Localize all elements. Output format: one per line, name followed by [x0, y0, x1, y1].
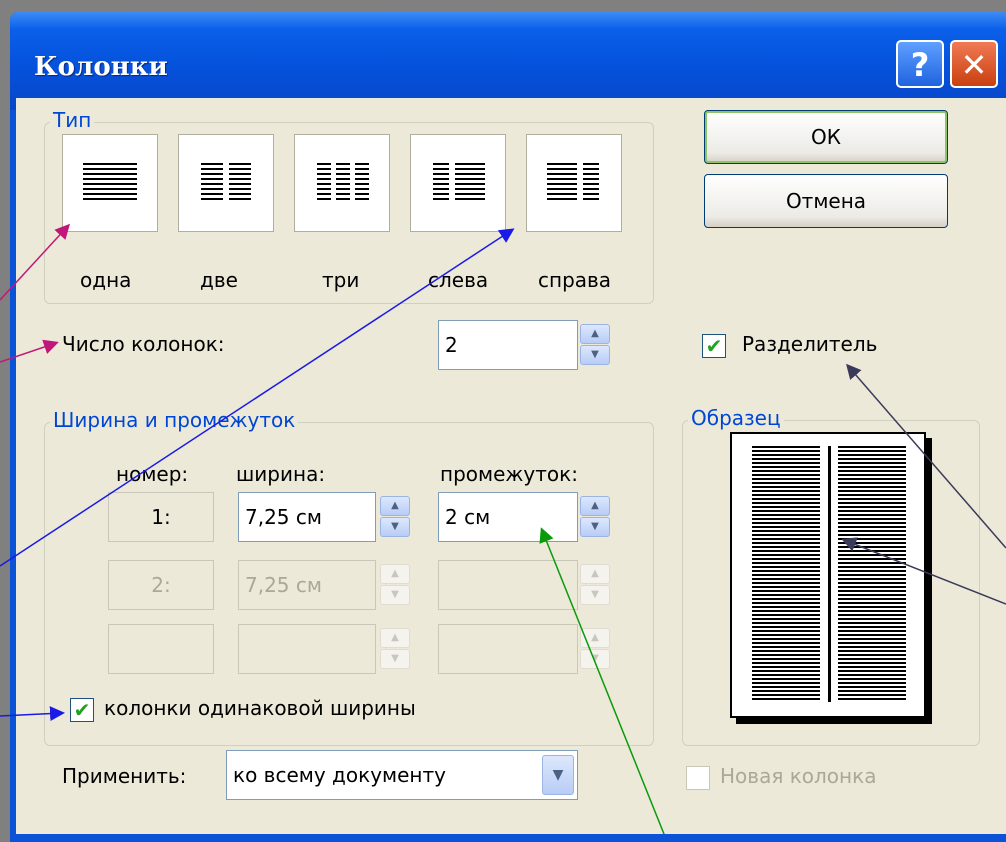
row2-width-spinner: ▲ ▼	[380, 564, 410, 606]
preset-left-label[interactable]: слева	[428, 268, 488, 292]
row3-spacing-input	[438, 624, 578, 674]
separator-checkbox[interactable]: ✔	[702, 334, 726, 358]
spacing-header: промежуток:	[440, 462, 578, 486]
row1-width-spinner[interactable]: ▲ ▼	[380, 496, 410, 538]
preset-two-tile[interactable]	[178, 134, 274, 232]
row3-width-spinner: ▲ ▼	[380, 628, 410, 670]
spin-up-icon[interactable]: ▲	[580, 324, 610, 344]
spin-down-icon[interactable]: ▼	[580, 517, 610, 537]
spin-up-icon: ▲	[380, 628, 410, 648]
columns-count-spinner[interactable]: ▲ ▼	[580, 324, 610, 366]
dialog-title: Колонки	[34, 52, 168, 82]
sample-separator-line	[828, 446, 831, 702]
width-spacing-legend: Ширина и промежуток	[50, 408, 299, 432]
spin-down-icon: ▼	[580, 585, 610, 605]
spin-up-icon[interactable]: ▲	[580, 496, 610, 516]
row1-width-input[interactable]: 7,25 см	[238, 492, 376, 542]
sample-page-preview	[730, 432, 926, 718]
preset-one-label[interactable]: одна	[80, 268, 131, 292]
new-column-label: Новая колонка	[720, 764, 877, 788]
row1-spacing-spinner[interactable]: ▲ ▼	[580, 496, 610, 538]
preset-one-tile[interactable]	[62, 134, 158, 232]
help-button[interactable]: ?	[896, 40, 944, 88]
spin-down-icon: ▼	[380, 649, 410, 669]
spin-down-icon[interactable]: ▼	[380, 517, 410, 537]
row2-spacing-spinner: ▲ ▼	[580, 564, 610, 606]
row1-number: 1:	[108, 492, 214, 542]
title-bar[interactable]: Колонки ? ✕	[10, 12, 1006, 110]
chevron-down-icon[interactable]: ▼	[542, 755, 574, 795]
apply-label: Применить:	[62, 764, 187, 788]
ok-button[interactable]: ОК	[704, 110, 948, 164]
sample-column-right	[838, 446, 906, 702]
spin-down-icon: ▼	[380, 585, 410, 605]
row2-number: 2:	[108, 560, 214, 610]
row3-number	[108, 624, 214, 674]
left-column-icon-wide	[455, 163, 485, 203]
spin-up-icon[interactable]: ▲	[380, 496, 410, 516]
new-column-checkbox	[686, 766, 710, 790]
separator-label[interactable]: Разделитель	[742, 332, 877, 356]
sample-column-left	[752, 446, 820, 702]
preset-three-label[interactable]: три	[322, 268, 359, 292]
preset-right-label[interactable]: справа	[538, 268, 611, 292]
preset-three-tile[interactable]	[294, 134, 390, 232]
three-columns-icon-mid	[336, 163, 350, 203]
number-header: номер:	[116, 462, 189, 486]
width-header: ширина:	[236, 462, 326, 486]
right-column-icon-narrow	[583, 163, 599, 203]
row3-width-input	[238, 624, 376, 674]
row2-spacing-input	[438, 560, 578, 610]
three-columns-icon	[317, 163, 331, 203]
spin-down-icon: ▼	[580, 649, 610, 669]
two-columns-icon-right	[229, 163, 251, 203]
row3-spacing-spinner: ▲ ▼	[580, 628, 610, 670]
spin-up-icon: ▲	[580, 628, 610, 648]
left-column-icon	[433, 163, 449, 203]
close-button[interactable]: ✕	[950, 40, 998, 88]
right-column-icon	[547, 163, 577, 203]
equal-width-label[interactable]: колонки одинаковой ширины	[104, 696, 416, 720]
one-column-icon	[83, 163, 137, 203]
preset-right-tile[interactable]	[526, 134, 622, 232]
cancel-button[interactable]: Отмена	[704, 174, 948, 228]
row2-width-input: 7,25 см	[238, 560, 376, 610]
columns-count-label: Число колонок:	[62, 332, 225, 356]
preset-two-label[interactable]: две	[200, 268, 238, 292]
preset-left-tile[interactable]	[410, 134, 506, 232]
spin-up-icon: ▲	[380, 564, 410, 584]
columns-count-input[interactable]: 2	[438, 320, 578, 370]
spin-down-icon[interactable]: ▼	[580, 345, 610, 365]
equal-width-checkbox[interactable]: ✔	[70, 698, 94, 722]
three-columns-icon-right	[355, 163, 369, 203]
sample-legend: Образец	[688, 406, 784, 430]
two-columns-icon	[201, 163, 223, 203]
apply-select[interactable]: ко всему документу	[226, 750, 578, 800]
type-group-legend: Тип	[50, 108, 95, 132]
row1-spacing-input[interactable]: 2 см	[438, 492, 578, 542]
spin-up-icon: ▲	[580, 564, 610, 584]
